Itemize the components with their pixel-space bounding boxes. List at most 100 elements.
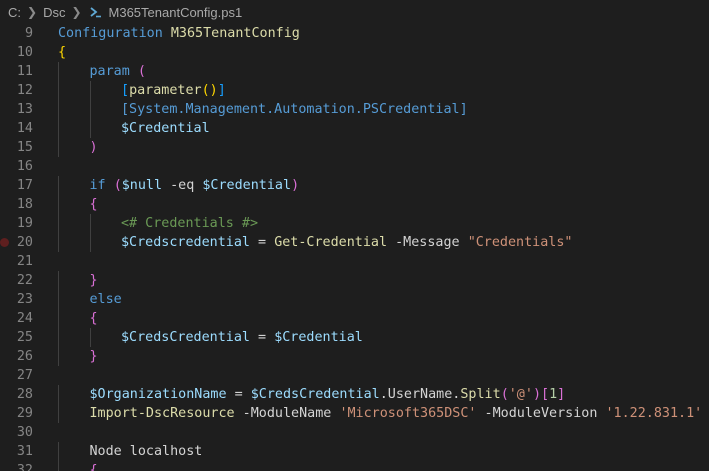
code-line[interactable]: 12 [parameter()] <box>0 81 709 100</box>
code-line[interactable]: 10 { <box>0 43 709 62</box>
indent-guide <box>58 290 59 309</box>
code-line[interactable]: 25 $CredsCredential = $Credential <box>0 328 709 347</box>
code-text: Node localhost <box>90 442 203 461</box>
code-token: = <box>250 235 275 250</box>
code-token: ( <box>500 387 509 402</box>
code-token: [ <box>541 387 550 402</box>
indent-guide <box>58 138 59 157</box>
code-line[interactable]: 13 [System.Management.Automation.PSCreden… <box>0 100 709 119</box>
code-token: [System.Management.Automation.PSCredenti… <box>121 102 468 117</box>
line-number: 17 <box>16 178 33 193</box>
indent-guide <box>89 100 91 119</box>
code-line[interactable]: 21 <box>0 252 709 271</box>
code-line[interactable]: 17 if ($null -eq $Credential) <box>0 176 709 195</box>
code-area[interactable]: 9 Configuration M365TenantConfig 10 {11 para… <box>0 24 709 471</box>
code-token: "Credentials" <box>467 235 573 250</box>
code-token: $Credential <box>202 178 292 193</box>
code-text: } <box>90 271 98 290</box>
code-token: { <box>89 197 98 212</box>
code-token: { <box>89 311 98 326</box>
code-token: Node localhost <box>89 444 203 459</box>
code-token: 'Microsoft365DSC' <box>339 406 477 421</box>
code-token: -ModuleName <box>234 406 340 421</box>
indent-guide <box>58 404 59 423</box>
code-token: -Message <box>387 235 468 250</box>
indent-guide <box>58 328 59 347</box>
code-line[interactable]: 30 <box>0 423 709 442</box>
line-number: 13 <box>16 102 33 117</box>
code-token: $OrganizationName <box>89 387 227 402</box>
breadcrumb: C: ❯ Dsc ❯ M365TenantConfig.ps1 <box>0 0 709 24</box>
code-line[interactable]: 32 { <box>0 461 709 471</box>
code-token: -ModuleVersion <box>476 406 606 421</box>
code-text: <# Credentials #> <box>121 214 258 233</box>
line-number: 21 <box>16 254 33 269</box>
code-text: { <box>90 309 98 328</box>
code-token: = <box>250 330 275 345</box>
code-editor: C: ❯ Dsc ❯ M365TenantConfig.ps1 9 Configu… <box>0 0 709 471</box>
code-line[interactable]: 26} <box>0 347 709 366</box>
code-line[interactable]: 11 param ( <box>0 62 709 81</box>
code-token: ) <box>89 140 98 155</box>
indent-guide <box>58 81 59 100</box>
code-line[interactable]: 27 <box>0 366 709 385</box>
code-token: 1 <box>549 387 558 402</box>
line-number: 12 <box>16 83 33 98</box>
code-line[interactable]: 18 { <box>0 195 709 214</box>
code-line[interactable]: 16 <box>0 157 709 176</box>
code-token: -eq <box>162 178 203 193</box>
indent-guide <box>58 233 59 252</box>
line-number: 24 <box>16 311 33 326</box>
code-line[interactable]: 31 Node localhost <box>0 442 709 461</box>
code-line[interactable]: 14 $Credential <box>0 119 709 138</box>
breadcrumb-item-folder[interactable]: Dsc <box>43 5 65 20</box>
code-token: } <box>89 349 98 364</box>
code-line[interactable]: 20 $Credscredential = Get-Credential -Mes… <box>0 233 709 252</box>
indent-guide <box>89 81 91 100</box>
indent-guide <box>58 461 59 471</box>
code-token: $CredsCredential <box>121 330 250 345</box>
code-line[interactable]: 29 Import-DscResource -ModuleName 'Micros… <box>0 404 709 423</box>
line-number: 15 <box>16 140 33 155</box>
indent-guide <box>58 62 59 81</box>
breadcrumb-item-file[interactable]: M365TenantConfig.ps1 <box>109 5 243 20</box>
code-token: = <box>226 387 251 402</box>
code-text: $Credscredential = Get-Credential -Messa… <box>121 233 573 252</box>
code-text: $OrganizationName = $CredsCredential.Use… <box>90 385 566 404</box>
code-token: { <box>89 463 98 471</box>
code-line[interactable]: 22} <box>0 271 709 290</box>
chevron-right-icon: ❯ <box>27 5 38 19</box>
line-number: 22 <box>16 273 33 288</box>
code-token: Import-DscResource <box>89 406 235 421</box>
line-number: 18 <box>16 197 33 212</box>
code-token: param <box>89 64 130 79</box>
indent-guide <box>89 214 91 233</box>
code-token: ] <box>557 387 566 402</box>
line-number: 27 <box>16 368 33 383</box>
code-line[interactable]: 28 $OrganizationName = $CredsCredential.U… <box>0 385 709 404</box>
code-line[interactable]: 9 Configuration M365TenantConfig <box>0 24 709 43</box>
code-token: } <box>89 273 98 288</box>
breadcrumb-item-drive[interactable]: C: <box>8 5 21 20</box>
indent-guide <box>58 214 59 233</box>
line-number: 19 <box>16 216 33 231</box>
code-token: .UserName. <box>379 387 461 402</box>
line-number: 9 <box>24 26 33 41</box>
code-token: ) <box>291 178 300 193</box>
code-line[interactable]: 23 else <box>0 290 709 309</box>
code-token: Get-Credential <box>274 235 388 250</box>
code-line[interactable]: 19 <# Credentials #> <box>0 214 709 233</box>
line-number: 29 <box>16 406 33 421</box>
code-token: ( <box>113 178 122 193</box>
indent-guide <box>58 176 59 195</box>
code-text: Configuration M365TenantConfig <box>58 24 300 43</box>
line-number: 25 <box>16 330 33 345</box>
indent-guide <box>58 347 59 366</box>
code-text: [parameter()] <box>121 81 226 100</box>
code-line[interactable]: 15) <box>0 138 709 157</box>
code-token: Split <box>460 387 501 402</box>
code-token: $CredsCredential <box>250 387 380 402</box>
code-token: else <box>89 292 122 307</box>
code-line[interactable]: 24 { <box>0 309 709 328</box>
